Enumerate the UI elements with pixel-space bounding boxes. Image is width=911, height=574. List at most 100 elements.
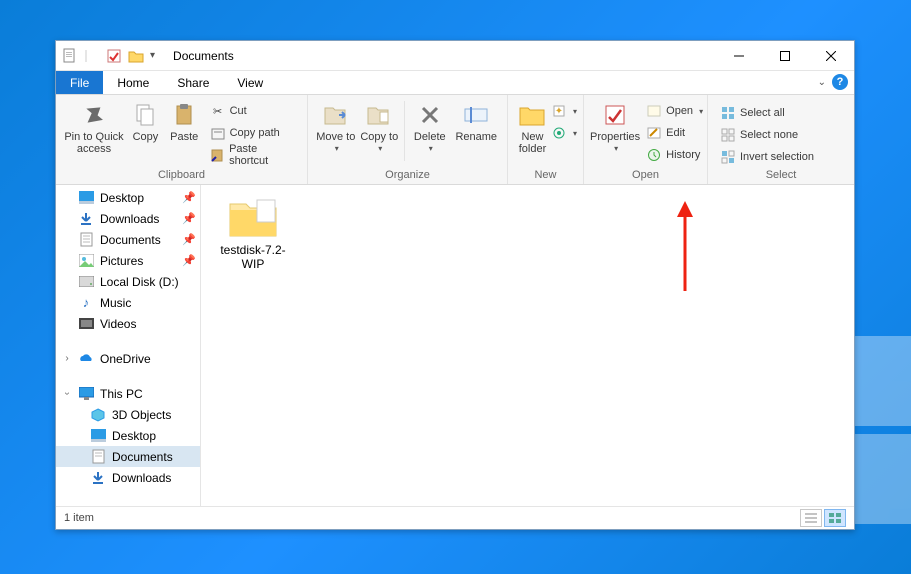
videos-icon (78, 316, 94, 332)
group-label-new: New (508, 167, 583, 184)
history-icon (646, 147, 662, 163)
objects3d-icon (90, 407, 106, 423)
ribbon-collapse-icon[interactable]: ⌄ (818, 77, 826, 88)
nav-desktop2[interactable]: Desktop (56, 425, 200, 446)
move-to-button[interactable]: Move to▾ (314, 99, 358, 154)
navigation-pane[interactable]: Desktop📌 Downloads📌 Documents📌 Pictures📌… (56, 185, 201, 506)
properties-icon (601, 101, 629, 129)
copy-path-icon (210, 125, 226, 141)
details-view-button[interactable] (800, 509, 822, 527)
tab-file[interactable]: File (56, 71, 103, 94)
folder-icon (227, 193, 279, 243)
nav-3dobjects[interactable]: 3D Objects (56, 404, 200, 425)
close-button[interactable] (808, 41, 854, 71)
select-none-icon (720, 127, 736, 143)
properties-button[interactable]: Properties▾ (590, 99, 640, 154)
easy-access-button[interactable]: ▾ (551, 123, 577, 143)
ribbon: Pin to Quick access Copy Paste ✂Cut Copy… (56, 95, 854, 185)
minimize-button[interactable] (716, 41, 762, 71)
drive-icon (78, 274, 94, 290)
qat-properties-icon[interactable] (106, 48, 122, 64)
paste-button[interactable]: Paste (165, 99, 204, 143)
content-area: Desktop📌 Downloads📌 Documents📌 Pictures📌… (56, 185, 854, 506)
nav-thispc[interactable]: ›This PC (56, 383, 200, 404)
file-list[interactable]: testdisk-7.2-WIP (201, 185, 854, 506)
qat-divider (84, 48, 100, 64)
nav-documents2[interactable]: Documents (56, 446, 200, 467)
file-explorer-window: ▾ Documents File Home Share View ⌄ ? Pin… (55, 40, 855, 530)
nav-onedrive[interactable]: ›OneDrive (56, 348, 200, 369)
nav-videos[interactable]: Videos (56, 313, 200, 334)
documents-icon (78, 232, 94, 248)
downloads-icon (90, 470, 106, 486)
group-label-open: Open (584, 167, 707, 184)
pin-icon: 📌 (182, 254, 196, 267)
easy-access-icon (551, 125, 567, 141)
onedrive-icon (78, 351, 94, 367)
invert-selection-icon (720, 149, 736, 165)
window-title: Documents (173, 49, 234, 63)
music-icon: ♪ (78, 295, 94, 311)
group-label-clipboard: Clipboard (56, 167, 307, 184)
help-icon[interactable]: ? (832, 74, 848, 90)
new-item-icon: ✦ (551, 103, 567, 119)
cut-button[interactable]: ✂Cut (206, 101, 301, 121)
copy-path-button[interactable]: Copy path (206, 123, 301, 143)
edit-button[interactable]: Edit (642, 123, 707, 143)
qat-customize-icon[interactable]: ▾ (150, 50, 155, 61)
tab-home[interactable]: Home (103, 71, 163, 94)
icons-view-button[interactable] (824, 509, 846, 527)
invert-selection-button[interactable]: Invert selection (716, 147, 818, 167)
nav-downloads[interactable]: Downloads📌 (56, 208, 200, 229)
nav-downloads2[interactable]: Downloads (56, 467, 200, 488)
item-count: 1 item (64, 512, 94, 524)
folder-item[interactable]: testdisk-7.2-WIP (213, 193, 293, 272)
group-label-organize: Organize (308, 167, 507, 184)
titlebar: ▾ Documents (56, 41, 854, 71)
pictures-icon (78, 253, 94, 269)
tab-share[interactable]: Share (163, 71, 223, 94)
nav-documents[interactable]: Documents📌 (56, 229, 200, 250)
annotation-arrow (675, 201, 695, 291)
select-none-button[interactable]: Select none (716, 125, 818, 145)
rename-button[interactable]: Rename (452, 99, 501, 143)
nav-music[interactable]: ♪Music (56, 292, 200, 313)
qat-folder-icon[interactable] (128, 48, 144, 64)
select-all-button[interactable]: Select all (716, 103, 818, 123)
desktop-icon (78, 190, 94, 206)
group-label-select: Select (708, 167, 854, 184)
pin-icon: 📌 (182, 233, 196, 246)
copy-button[interactable]: Copy (126, 99, 165, 143)
downloads-icon (78, 211, 94, 227)
open-icon (646, 103, 662, 119)
rename-icon (462, 101, 490, 129)
new-folder-button[interactable]: New folder (514, 99, 551, 155)
select-all-icon (720, 105, 736, 121)
new-item-button[interactable]: ✦▾ (551, 101, 577, 121)
pin-icon: 📌 (182, 212, 196, 225)
edit-icon (646, 125, 662, 141)
delete-icon (416, 101, 444, 129)
svg-text:✦: ✦ (555, 106, 563, 117)
status-bar: 1 item (56, 506, 854, 529)
documents-icon (90, 449, 106, 465)
new-folder-icon (518, 101, 546, 129)
history-button[interactable]: History (642, 145, 707, 165)
paste-shortcut-button[interactable]: Paste shortcut (206, 145, 301, 165)
desktop-icon (90, 428, 106, 444)
maximize-button[interactable] (762, 41, 808, 71)
nav-localdisk[interactable]: Local Disk (D:) (56, 271, 200, 292)
copy-icon (131, 101, 159, 129)
open-button[interactable]: Open▾ (642, 101, 707, 121)
move-to-icon (322, 101, 350, 129)
nav-pictures[interactable]: Pictures📌 (56, 250, 200, 271)
nav-desktop[interactable]: Desktop📌 (56, 187, 200, 208)
tab-view[interactable]: View (223, 71, 277, 94)
paste-icon (170, 101, 198, 129)
delete-button[interactable]: Delete▾ (408, 99, 452, 154)
ribbon-tabs: File Home Share View ⌄ ? (56, 71, 854, 95)
folder-label: testdisk-7.2-WIP (213, 243, 293, 272)
copy-to-button[interactable]: Copy to▾ (358, 99, 402, 154)
qat-file-icon[interactable] (62, 48, 78, 64)
pin-to-quick-access-button[interactable]: Pin to Quick access (62, 99, 126, 155)
